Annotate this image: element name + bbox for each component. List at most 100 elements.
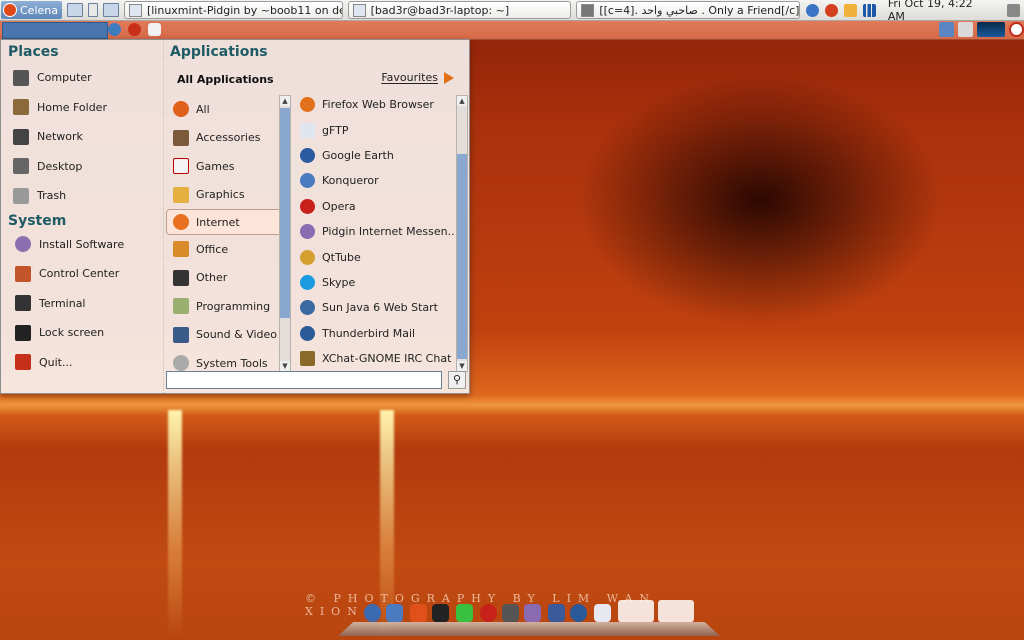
search-icon[interactable]: ⚲ [448,371,466,389]
place-computer[interactable]: Computer [1,63,163,93]
category-label: Programming [196,299,271,313]
qttube-icon [300,249,315,265]
opera-launcher-icon[interactable] [128,23,141,36]
volume-icon[interactable] [1007,3,1020,17]
dock-terminal-icon[interactable] [432,604,449,622]
favourites-button[interactable]: Favourites [381,71,454,84]
top-panel: Celena [linuxmint-Pidgin by ~boob11 on d… [0,0,1024,23]
text-editor-launcher-icon[interactable] [148,23,161,36]
taskbar-window-terminal[interactable]: [bad3r@bad3r-laptop: ~] [347,1,572,19]
taskbar-window-pidgin[interactable]: [linuxmint-Pidgin by ~boob11 on de... [123,1,343,19]
dock-settings-icon[interactable] [502,604,519,622]
network-icon [13,128,29,145]
dock-empty-slot[interactable] [658,600,694,622]
dock-thunderbird-icon[interactable] [570,604,587,622]
all-icon [173,101,189,118]
app-firefox[interactable]: Firefox Web Browser [297,92,455,117]
system-control-center[interactable]: Control Center [1,259,163,289]
skype-icon [300,274,315,290]
app-thunderbird[interactable]: Thunderbird Mail [297,321,455,346]
app-opera[interactable]: Opera [297,194,455,219]
category-sound-video[interactable]: Sound & Video [165,321,279,350]
scroll-up-icon[interactable]: ▲ [280,96,290,106]
place-network[interactable]: Network [1,122,163,152]
app-google-earth[interactable]: Google Earth [297,143,455,168]
app-skype[interactable]: Skype [297,270,455,295]
taskbar-window-chat[interactable]: [[c=4]. صاحبي واحد . Only a Friend[/c]] [576,1,800,19]
mail-icon[interactable] [958,22,973,37]
network-signal-icon[interactable] [862,3,876,17]
category-label: Sound & Video [196,328,278,342]
category-scrollbar[interactable]: ▲ ▼ [279,95,291,372]
app-xchat[interactable]: XChat-GNOME IRC Chat [297,346,455,371]
scroll-down-icon[interactable]: ▼ [457,361,467,371]
power-icon[interactable] [1009,22,1024,37]
application-scrollbar-thumb[interactable] [457,154,467,359]
category-scrollbar-thumb[interactable] [280,108,290,318]
category-all[interactable]: All [165,95,279,124]
app-konqueror[interactable]: Konqueror [297,168,455,193]
app-label: Opera [322,199,356,213]
secondary-panel [0,21,1024,40]
category-games[interactable]: Games [165,152,279,181]
dock-app-icon[interactable] [410,604,427,622]
category-label: Games [196,159,235,173]
update-notifier-icon[interactable] [824,3,838,17]
bluetooth-icon[interactable] [806,3,819,17]
dock-gem-icon[interactable] [456,604,473,622]
scroll-up-icon[interactable]: ▲ [457,96,467,106]
system-label: Lock screen [39,326,105,340]
system-terminal[interactable]: Terminal [1,289,163,319]
system-quit[interactable]: Quit... [1,348,163,378]
google-earth-icon [300,147,315,163]
category-list: All Accessories Games Graphics Internet … [165,95,282,372]
show-desktop-icon[interactable] [66,3,83,17]
search-input[interactable] [166,371,442,389]
computer-icon [13,69,29,86]
window-list-icon[interactable] [939,22,954,37]
system-install-software[interactable]: Install Software [1,230,163,260]
dock-empty-slot[interactable] [618,600,654,622]
category-graphics[interactable]: Graphics [165,181,279,210]
dock-editor-icon[interactable] [594,604,611,622]
app-label: XChat-GNOME IRC Chat [322,352,452,366]
dock-browser-icon[interactable] [364,604,381,622]
dock [338,600,720,640]
dock-files-icon[interactable] [548,604,565,622]
place-label: Trash [37,189,67,203]
app-gftp[interactable]: gFTP [297,117,455,142]
place-desktop[interactable]: Desktop [1,152,163,182]
dock-bluetooth-icon[interactable] [386,604,403,622]
browser-launcher-icon[interactable] [108,23,121,36]
place-trash[interactable]: Trash [1,181,163,211]
other-icon [173,269,189,286]
chat-notification-icon[interactable] [843,3,857,17]
terminal-icon [15,295,31,312]
system-monitor-icon[interactable] [977,22,1005,37]
category-internet[interactable]: Internet [166,209,282,235]
dock-opera-icon[interactable] [480,604,497,622]
category-accessories[interactable]: Accessories [165,124,279,153]
app-java-web-start[interactable]: Sun Java 6 Web Start [297,295,455,320]
clock[interactable]: Fri Oct 19, 4:22 AM [888,0,993,23]
dock-pidgin-icon[interactable] [524,604,541,622]
terminal-launcher-icon[interactable] [102,3,119,17]
scroll-down-icon[interactable]: ▼ [280,361,290,371]
category-label: Graphics [196,188,245,202]
home-folder-icon [13,99,29,116]
application-scrollbar[interactable]: ▲ ▼ [456,95,468,372]
category-other[interactable]: Other [165,264,279,293]
app-qttube[interactable]: QtTube [297,244,455,269]
opera-icon [300,198,315,214]
app-pidgin[interactable]: Pidgin Internet Messen... [297,219,455,244]
place-home-folder[interactable]: Home Folder [1,93,163,123]
wallpaper-light-streak [168,410,182,640]
category-programming[interactable]: Programming [165,292,279,321]
system-lock-screen[interactable]: Lock screen [1,318,163,348]
workspace-switcher-icon[interactable] [87,3,98,17]
xchat-icon [300,351,315,367]
place-label: Network [37,130,83,144]
category-office[interactable]: Office [165,235,279,264]
main-menu-button[interactable]: Celena [1,1,62,19]
system-heading: System [8,212,67,229]
